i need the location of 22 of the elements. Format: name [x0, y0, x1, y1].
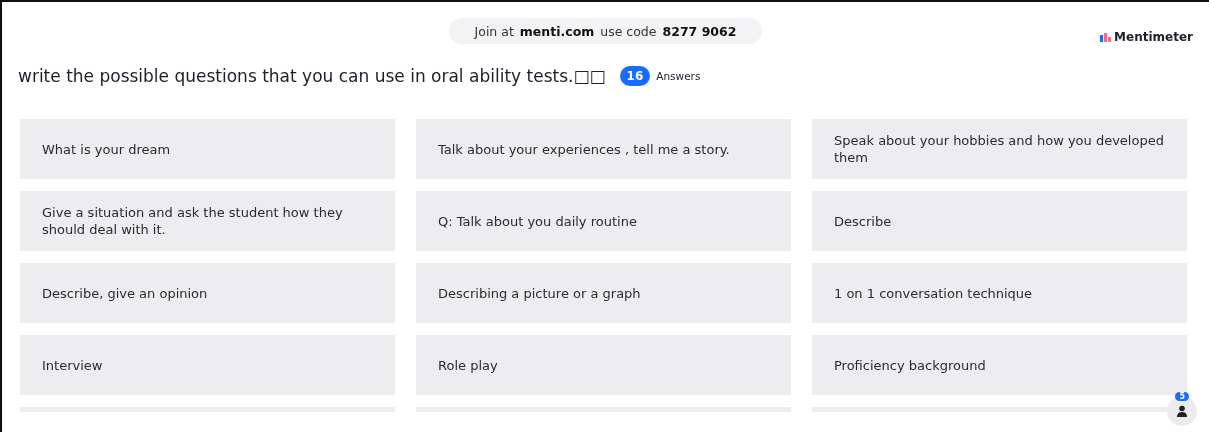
answer-card: Interview — [20, 335, 395, 395]
answer-card: Q: Talk about you daily routine — [416, 191, 791, 251]
logo-icon — [1100, 32, 1112, 42]
answer-card: Describe — [812, 191, 1187, 251]
answer-card: Describe, give an opinion — [20, 263, 395, 323]
answer-card: What is your dream — [20, 119, 395, 179]
code-label: use code — [600, 23, 657, 39]
join-text: Join at — [474, 23, 514, 39]
answer-card: Give a situation and ask the student how they should deal with it. — [20, 191, 395, 251]
answer-card: Talk about your experiences , tell me a story. — [416, 119, 791, 179]
site-link[interactable]: menti.com — [519, 23, 595, 39]
participant-count: 5 — [1175, 392, 1189, 401]
question-title: write the possible questions that you can use in oral ability tests.□□ — [18, 66, 606, 86]
answer-card: Speak about your hobbies and how you developed them — [812, 119, 1187, 179]
answer-card: Describing a picture or a graph — [416, 263, 791, 323]
answer-count: 16 — [619, 66, 651, 86]
brand-name: Mentimeter — [1114, 30, 1193, 44]
person-icon — [1176, 405, 1188, 417]
answer-card: Role play — [416, 335, 791, 395]
join-code: 8277 9062 — [662, 23, 737, 39]
answer-card: 1 on 1 conversation technique — [812, 263, 1187, 323]
answers-label: Answers — [656, 70, 701, 82]
